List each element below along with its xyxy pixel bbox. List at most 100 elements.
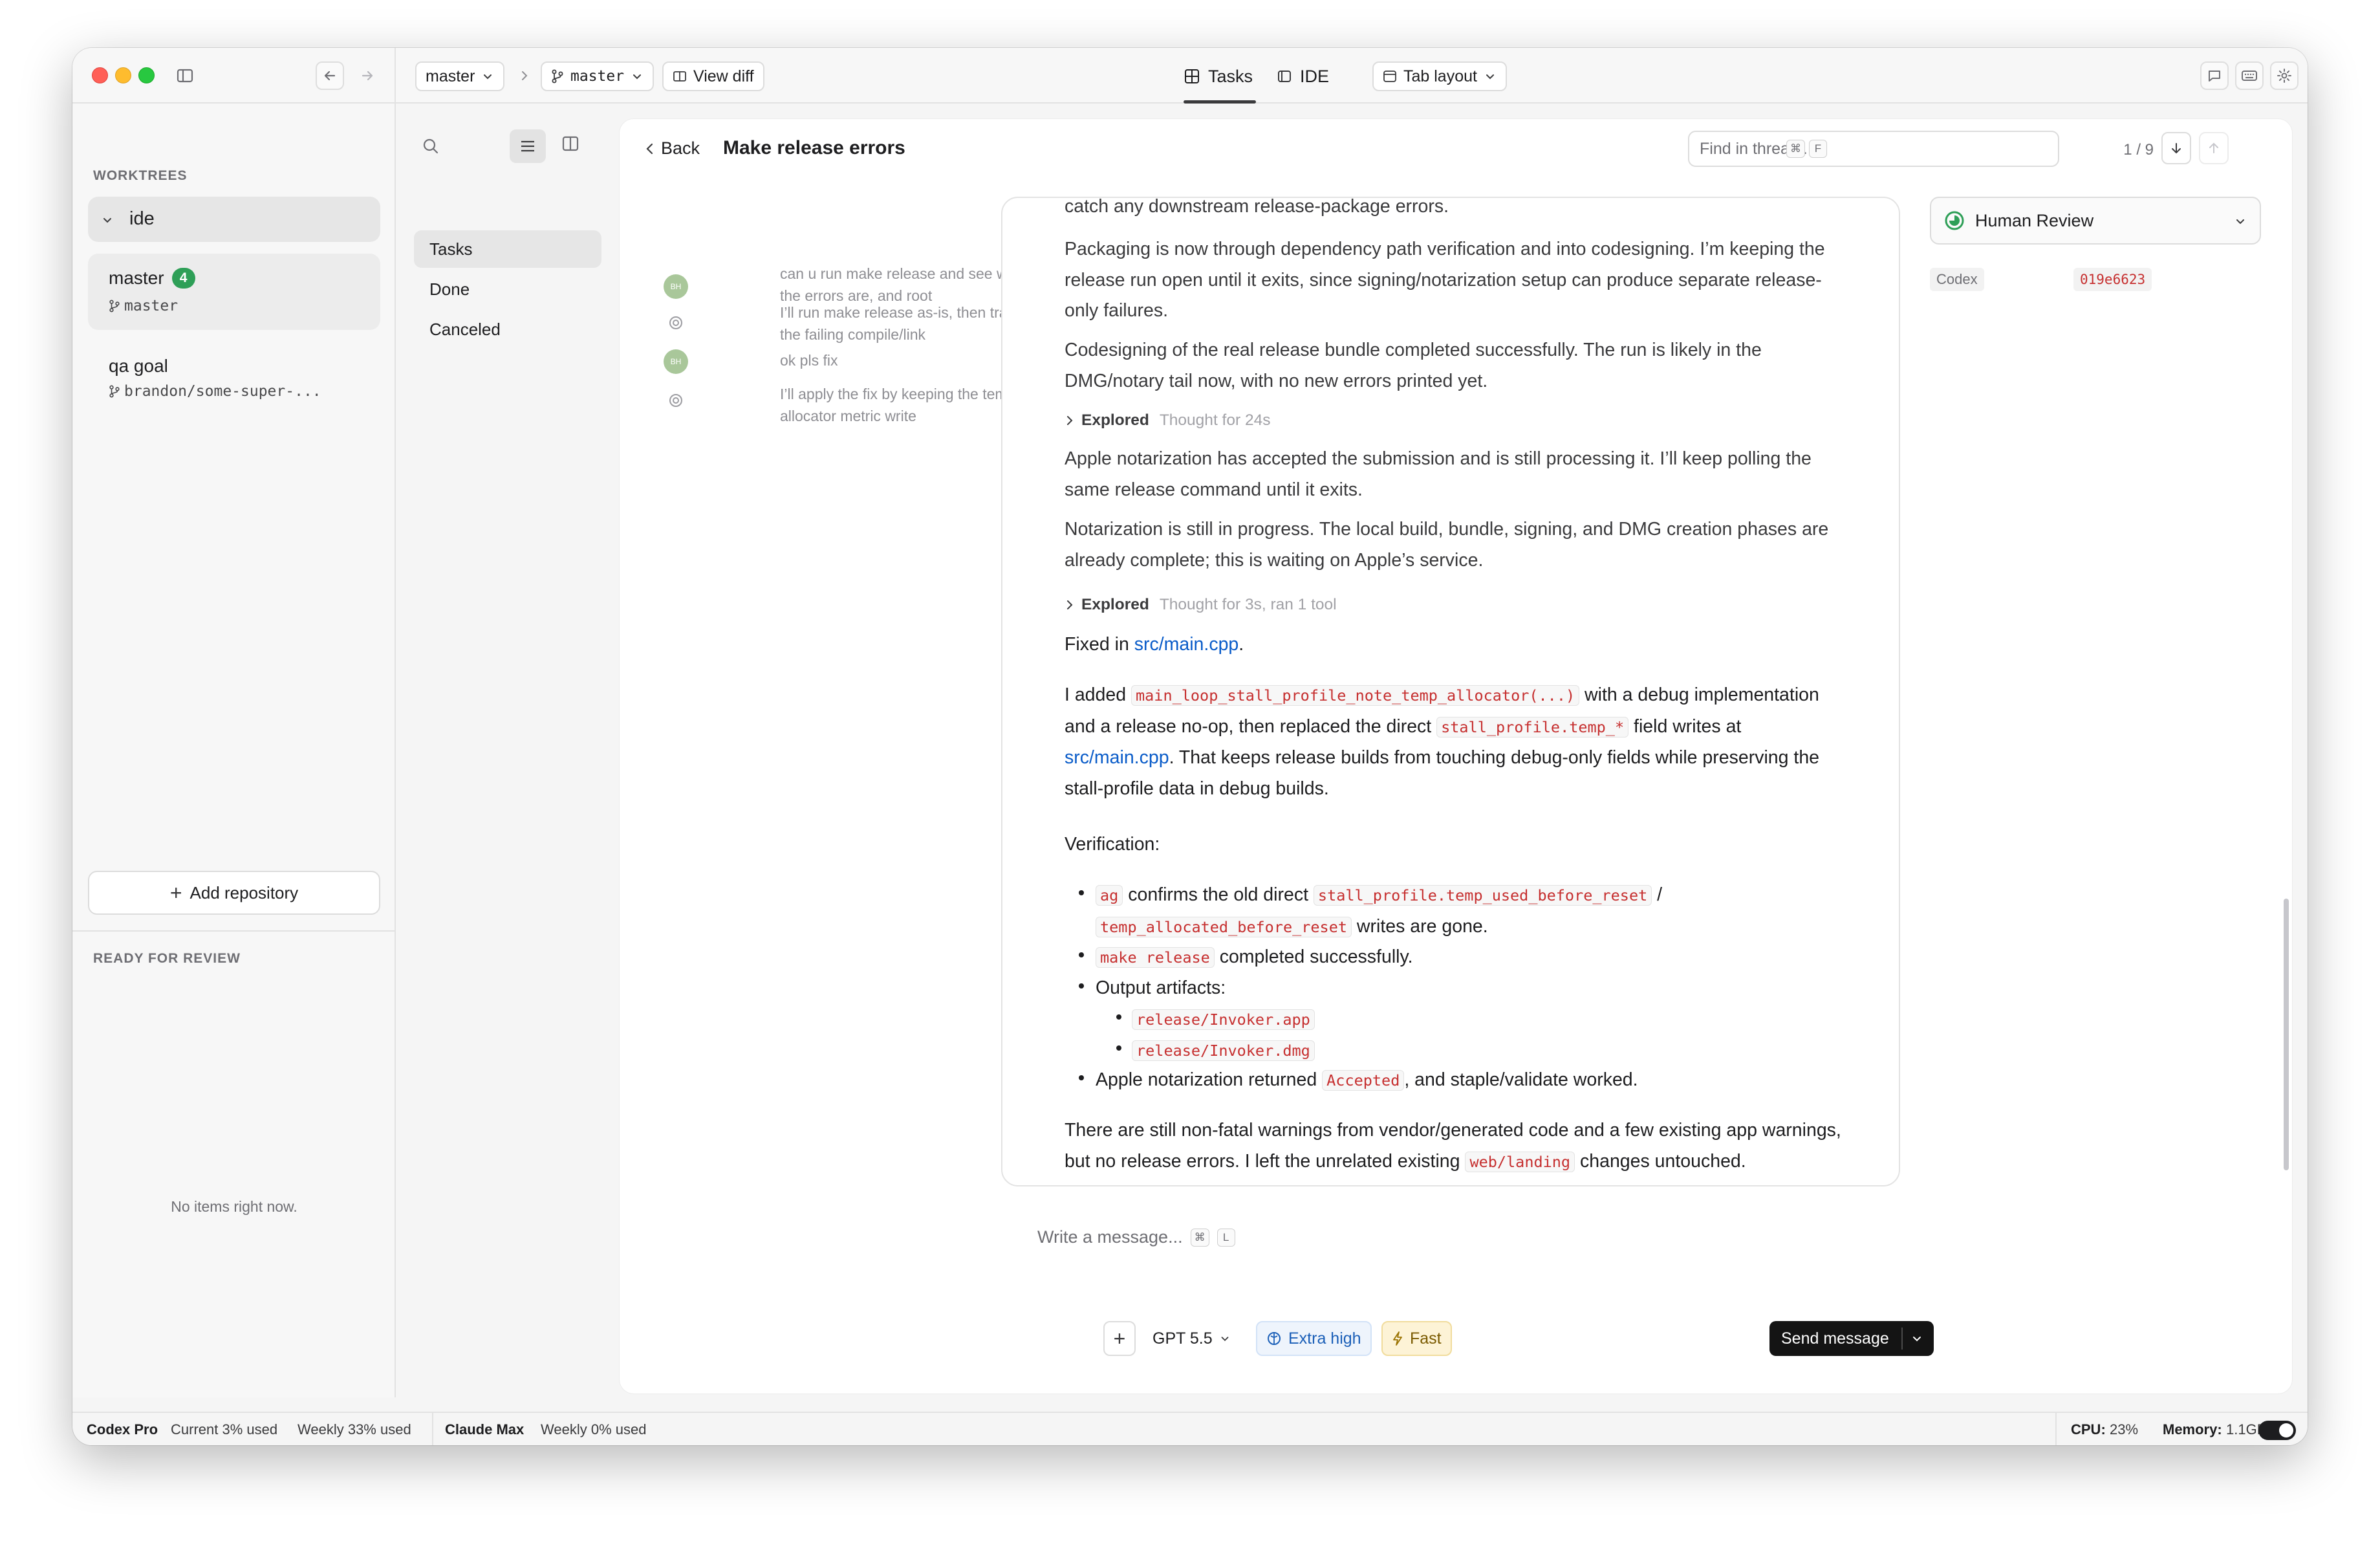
chevron-down-icon: [633, 74, 642, 80]
repo-group-ide[interactable]: ide: [88, 197, 380, 242]
chevron-down-icon[interactable]: [1910, 1332, 1923, 1345]
file-link[interactable]: src/main.cpp: [1065, 747, 1169, 768]
filter-canceled[interactable]: Canceled: [414, 311, 601, 348]
find-shortcut: ⌘ F: [1786, 140, 1827, 158]
review-status-select[interactable]: Human Review: [1930, 197, 2261, 245]
status-divider: [432, 1413, 433, 1445]
zoom-window-button[interactable]: [138, 67, 155, 83]
previous-match-icon[interactable]: [2199, 132, 2229, 164]
outline-item-assistant[interactable]: I’ll run make release as-is, then trace …: [780, 301, 1039, 345]
session-id[interactable]: 019e6623: [2073, 268, 2152, 291]
columns-view-icon[interactable]: [561, 135, 579, 156]
text: field writes at: [1628, 716, 1742, 737]
git-branch-icon: [109, 385, 120, 398]
text: writes are gone.: [1352, 915, 1488, 937]
attach-button[interactable]: +: [1103, 1321, 1136, 1356]
send-message-button[interactable]: Send message: [1769, 1321, 1934, 1356]
outline-item-user[interactable]: ok pls fix: [780, 349, 1039, 371]
forward-arrow-icon[interactable]: [353, 61, 382, 90]
kbd-command: ⌘: [1190, 1228, 1209, 1247]
back-button[interactable]: Back: [644, 138, 700, 158]
list-view-icon[interactable]: [510, 129, 546, 163]
add-repository-label: Add repository: [189, 882, 299, 902]
review-status-icon: [1945, 211, 1964, 230]
bullet: [1079, 983, 1084, 989]
minimize-window-button[interactable]: [115, 67, 131, 83]
bullet: [1116, 1014, 1121, 1020]
worktree-branch: master: [124, 298, 178, 314]
assistant-icon: [665, 389, 687, 411]
verification-heading: Verification:: [1065, 834, 1160, 855]
close-window-button[interactable]: [92, 67, 108, 83]
count-badge: 4: [171, 268, 195, 289]
branch-select[interactable]: master: [415, 61, 505, 91]
match-pager: 1 / 9: [2123, 141, 2154, 158]
claude-plan: Claude Max: [445, 1421, 525, 1437]
worktree-branch: brandon/some-super-...: [124, 383, 321, 400]
filter-done[interactable]: Done: [414, 270, 601, 308]
send-divider: [1901, 1328, 1903, 1350]
ready-for-review-header: READY FOR REVIEW: [93, 951, 241, 966]
back-arrow-icon[interactable]: [316, 61, 344, 90]
explored-toggle[interactable]: Explored Thought for 3s, ran 1 tool: [1065, 596, 1337, 614]
bullet: [1116, 1045, 1121, 1051]
file-link[interactable]: src/main.cpp: [1134, 634, 1239, 655]
keyboard-icon[interactable]: [2235, 61, 2264, 90]
text: /: [1652, 884, 1663, 905]
explored-label: Explored: [1081, 596, 1149, 613]
speed-toggle[interactable]: Fast: [1381, 1321, 1452, 1356]
tab-ide[interactable]: IDE: [1277, 60, 1329, 93]
text: . That keeps release builds from touchin…: [1065, 747, 1820, 799]
thread-scrollbar[interactable]: [2284, 899, 2289, 1170]
chevron-right-icon: [1067, 600, 1073, 609]
explored-toggle[interactable]: Explored Thought for 24s: [1065, 411, 1270, 430]
inline-code: ag: [1096, 885, 1123, 906]
reasoning-select[interactable]: Extra high: [1256, 1321, 1372, 1356]
branch-pill[interactable]: master: [541, 61, 654, 91]
outline-item-user[interactable]: can u run make release and see what the …: [780, 263, 1039, 307]
inline-code: web/landing: [1465, 1151, 1575, 1172]
task-filter-column: Tasks Done Canceled: [396, 104, 620, 1397]
find-in-thread-input[interactable]: [1688, 131, 2059, 167]
git-branch-icon: [552, 69, 563, 83]
search-icon[interactable]: [422, 137, 440, 158]
comment-icon[interactable]: [2200, 61, 2229, 90]
worktrees-sidebar: WORKTREES ide master 4 master qa goal br…: [72, 104, 396, 1397]
tab-tasks[interactable]: Tasks: [1184, 60, 1256, 104]
diff-icon: [673, 71, 686, 82]
titlebar: master master View diff Tasks IDE Tab la…: [72, 48, 2308, 104]
filter-tasks[interactable]: Tasks: [414, 230, 601, 268]
inline-code: stall_profile.temp_*: [1436, 716, 1629, 738]
chevron-down-icon: [1221, 1337, 1229, 1341]
worktree-item-master[interactable]: master 4 master: [88, 254, 380, 330]
text: completed successfully.: [1214, 946, 1413, 967]
chevron-down-icon: [1486, 74, 1494, 80]
assistant-icon: [665, 312, 687, 334]
view-diff-button[interactable]: View diff: [662, 61, 764, 91]
inline-code: release/Invoker.dmg: [1132, 1040, 1315, 1061]
codex-plan: Codex Pro: [87, 1421, 158, 1437]
add-repository-button[interactable]: + Add repository: [88, 871, 380, 915]
list-item: ag confirms the old direct stall_profile…: [1096, 880, 1846, 943]
sidebar-toggle-icon[interactable]: [171, 61, 199, 90]
gear-icon[interactable]: [2270, 61, 2299, 90]
model-select[interactable]: GPT 5.5: [1143, 1321, 1240, 1356]
outline-item-assistant[interactable]: I’ll apply the fix by keeping the temp a…: [780, 383, 1039, 427]
next-match-icon[interactable]: [2161, 132, 2191, 164]
user-avatar: BH: [664, 349, 688, 374]
worktree-item-qa-goal[interactable]: qa goal brandon/some-super-...: [88, 343, 380, 414]
message-composer[interactable]: Write a message... ⌘ L: [1037, 1227, 1235, 1247]
worktree-name: qa goal: [109, 356, 168, 376]
text: Apple notarization returned: [1096, 1069, 1323, 1090]
cpu-value: 23%: [2110, 1421, 2139, 1437]
thought-duration: Thought for 3s, ran 1 tool: [1159, 596, 1337, 613]
chevron-down-icon: [484, 74, 492, 80]
theme-toggle[interactable]: [2258, 1421, 2296, 1440]
tab-layout-select[interactable]: Tab layout: [1372, 61, 1507, 91]
text: changes untouched.: [1575, 1150, 1746, 1172]
message-paragraph: Codesigning of the real release bundle c…: [1065, 340, 1762, 391]
model-label: GPT 5.5: [1152, 1329, 1213, 1348]
message-thread: catch any downstream release-package err…: [1001, 197, 1900, 1186]
explored-label: Explored: [1081, 411, 1149, 429]
inline-code: main_loop_stall_profile_note_temp_alloca…: [1131, 685, 1580, 706]
